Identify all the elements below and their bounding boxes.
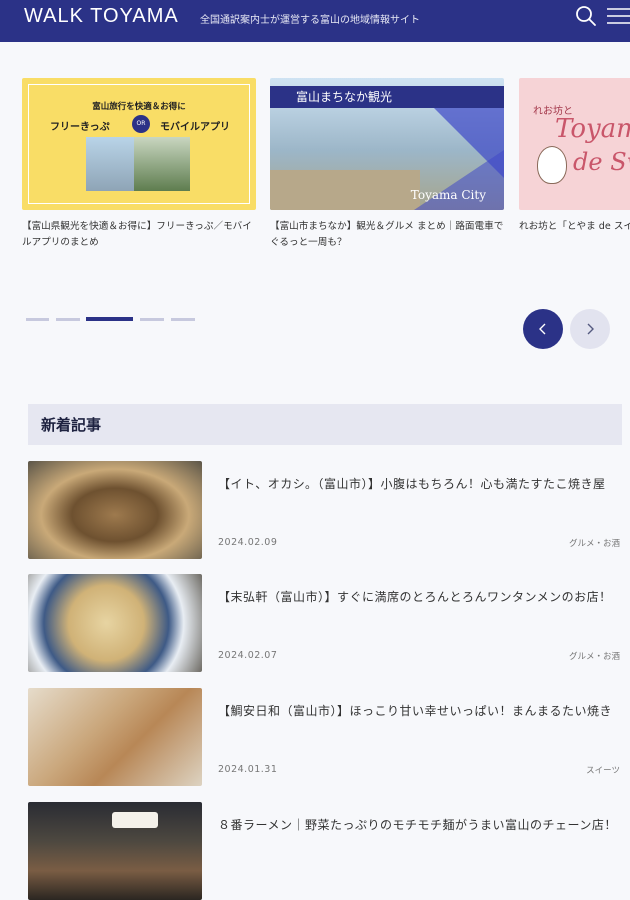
article-category[interactable]: グルメ・お酒: [569, 537, 620, 549]
card-title[interactable]: れお坊と「とやま de スイーツ」: [519, 219, 630, 235]
site-logo[interactable]: WALK TOYAMA: [24, 5, 179, 28]
carousel-dot[interactable]: [56, 318, 80, 321]
article-thumbnail[interactable]: [28, 461, 202, 559]
article-title[interactable]: 【イト、オカシ。（富山市）】小腹はもちろん！心も満たすたこ焼き屋: [218, 475, 622, 494]
new-articles-header: 新着記事: [28, 404, 622, 445]
card-image-text: Toyama City: [410, 188, 486, 202]
chevron-right-icon: [587, 323, 594, 335]
article-date: 2024.02.07: [218, 650, 278, 661]
site-tagline: 全国通訳案内士が運営する富山の地域情報サイト: [200, 15, 420, 26]
carousel-card[interactable]: れお坊と Toyama de Sweets れお坊と「とやま de スイーツ」: [519, 78, 630, 235]
article-item[interactable]: 【鯛安日和（富山市）】ほっこり甘い幸せいっぱい！まんまるたい焼き 2024.01…: [28, 688, 622, 786]
carousel-dot-active[interactable]: [86, 317, 133, 321]
article-category[interactable]: グルメ・お酒: [569, 650, 620, 662]
article-item[interactable]: ８番ラーメン｜野菜たっぷりのモチモチ麺がうまい富山のチェーン店！: [28, 802, 622, 900]
article-title[interactable]: 【末弘軒（富山市）】すぐに満席のとろんとろんワンタンメンのお店！: [218, 588, 622, 607]
article-thumbnail[interactable]: [28, 802, 202, 900]
hamburger-menu-icon[interactable]: [606, 4, 630, 28]
site-header: WALK TOYAMA 全国通訳案内士が運営する富山の地域情報サイト: [0, 0, 630, 42]
carousel-next-button[interactable]: [570, 309, 610, 349]
card-image: れお坊と Toyama de Sweets: [519, 78, 630, 210]
carousel-dot[interactable]: [140, 318, 164, 321]
card-image-text: フリーきっぷ: [50, 122, 110, 133]
chevron-left-icon: [539, 323, 546, 335]
card-title[interactable]: 【富山県観光を快適＆お得に】フリーきっぷ／モバイルアプリのまとめ: [22, 219, 256, 251]
card-image-text: 富山まちなか観光: [270, 86, 504, 108]
article-date: 2024.01.31: [218, 764, 278, 775]
article-title[interactable]: 【鯛安日和（富山市）】ほっこり甘い幸せいっぱい！まんまるたい焼き: [218, 702, 622, 721]
carousel-card[interactable]: 富山まちなか観光 Toyama City 【富山市まちなか】観光＆グルメ まとめ…: [270, 78, 504, 251]
article-category[interactable]: スイーツ: [586, 764, 620, 776]
article-item[interactable]: 【イト、オカシ。（富山市）】小腹はもちろん！心も満たすたこ焼き屋 2024.02…: [28, 461, 622, 559]
article-title[interactable]: ８番ラーメン｜野菜たっぷりのモチモチ麺がうまい富山のチェーン店！: [218, 816, 622, 835]
carousel-dot[interactable]: [171, 318, 195, 321]
article-thumbnail[interactable]: [28, 688, 202, 786]
card-image-text: モバイルアプリ: [160, 122, 230, 133]
article-item[interactable]: 【末弘軒（富山市）】すぐに満席のとろんとろんワンタンメンのお店！ 2024.02…: [28, 574, 622, 672]
card-image-text: Toyama: [555, 114, 630, 144]
card-image-text: de Sweets: [573, 148, 630, 176]
card-image: 富山まちなか観光 Toyama City: [270, 78, 504, 210]
carousel-card[interactable]: 富山旅行を快適＆お得に フリーきっぷ OR モバイルアプリ 【富山県観光を快適＆…: [22, 78, 256, 251]
article-thumbnail[interactable]: [28, 574, 202, 672]
card-title[interactable]: 【富山市まちなか】観光＆グルメ まとめ｜路面電車でぐるっと一周も？: [270, 219, 504, 251]
section-title: 新着記事: [41, 416, 102, 434]
carousel-dot[interactable]: [26, 318, 49, 321]
card-image-text: OR: [132, 115, 150, 133]
featured-carousel: 富山旅行を快適＆お得に フリーきっぷ OR モバイルアプリ 【富山県観光を快適＆…: [0, 78, 630, 268]
article-date: 2024.02.09: [218, 537, 278, 548]
search-icon[interactable]: [574, 4, 598, 28]
card-image-text: 富山旅行を快適＆お得に: [92, 102, 186, 112]
card-image: 富山旅行を快適＆お得に フリーきっぷ OR モバイルアプリ: [22, 78, 256, 210]
carousel-prev-button[interactable]: [523, 309, 563, 349]
